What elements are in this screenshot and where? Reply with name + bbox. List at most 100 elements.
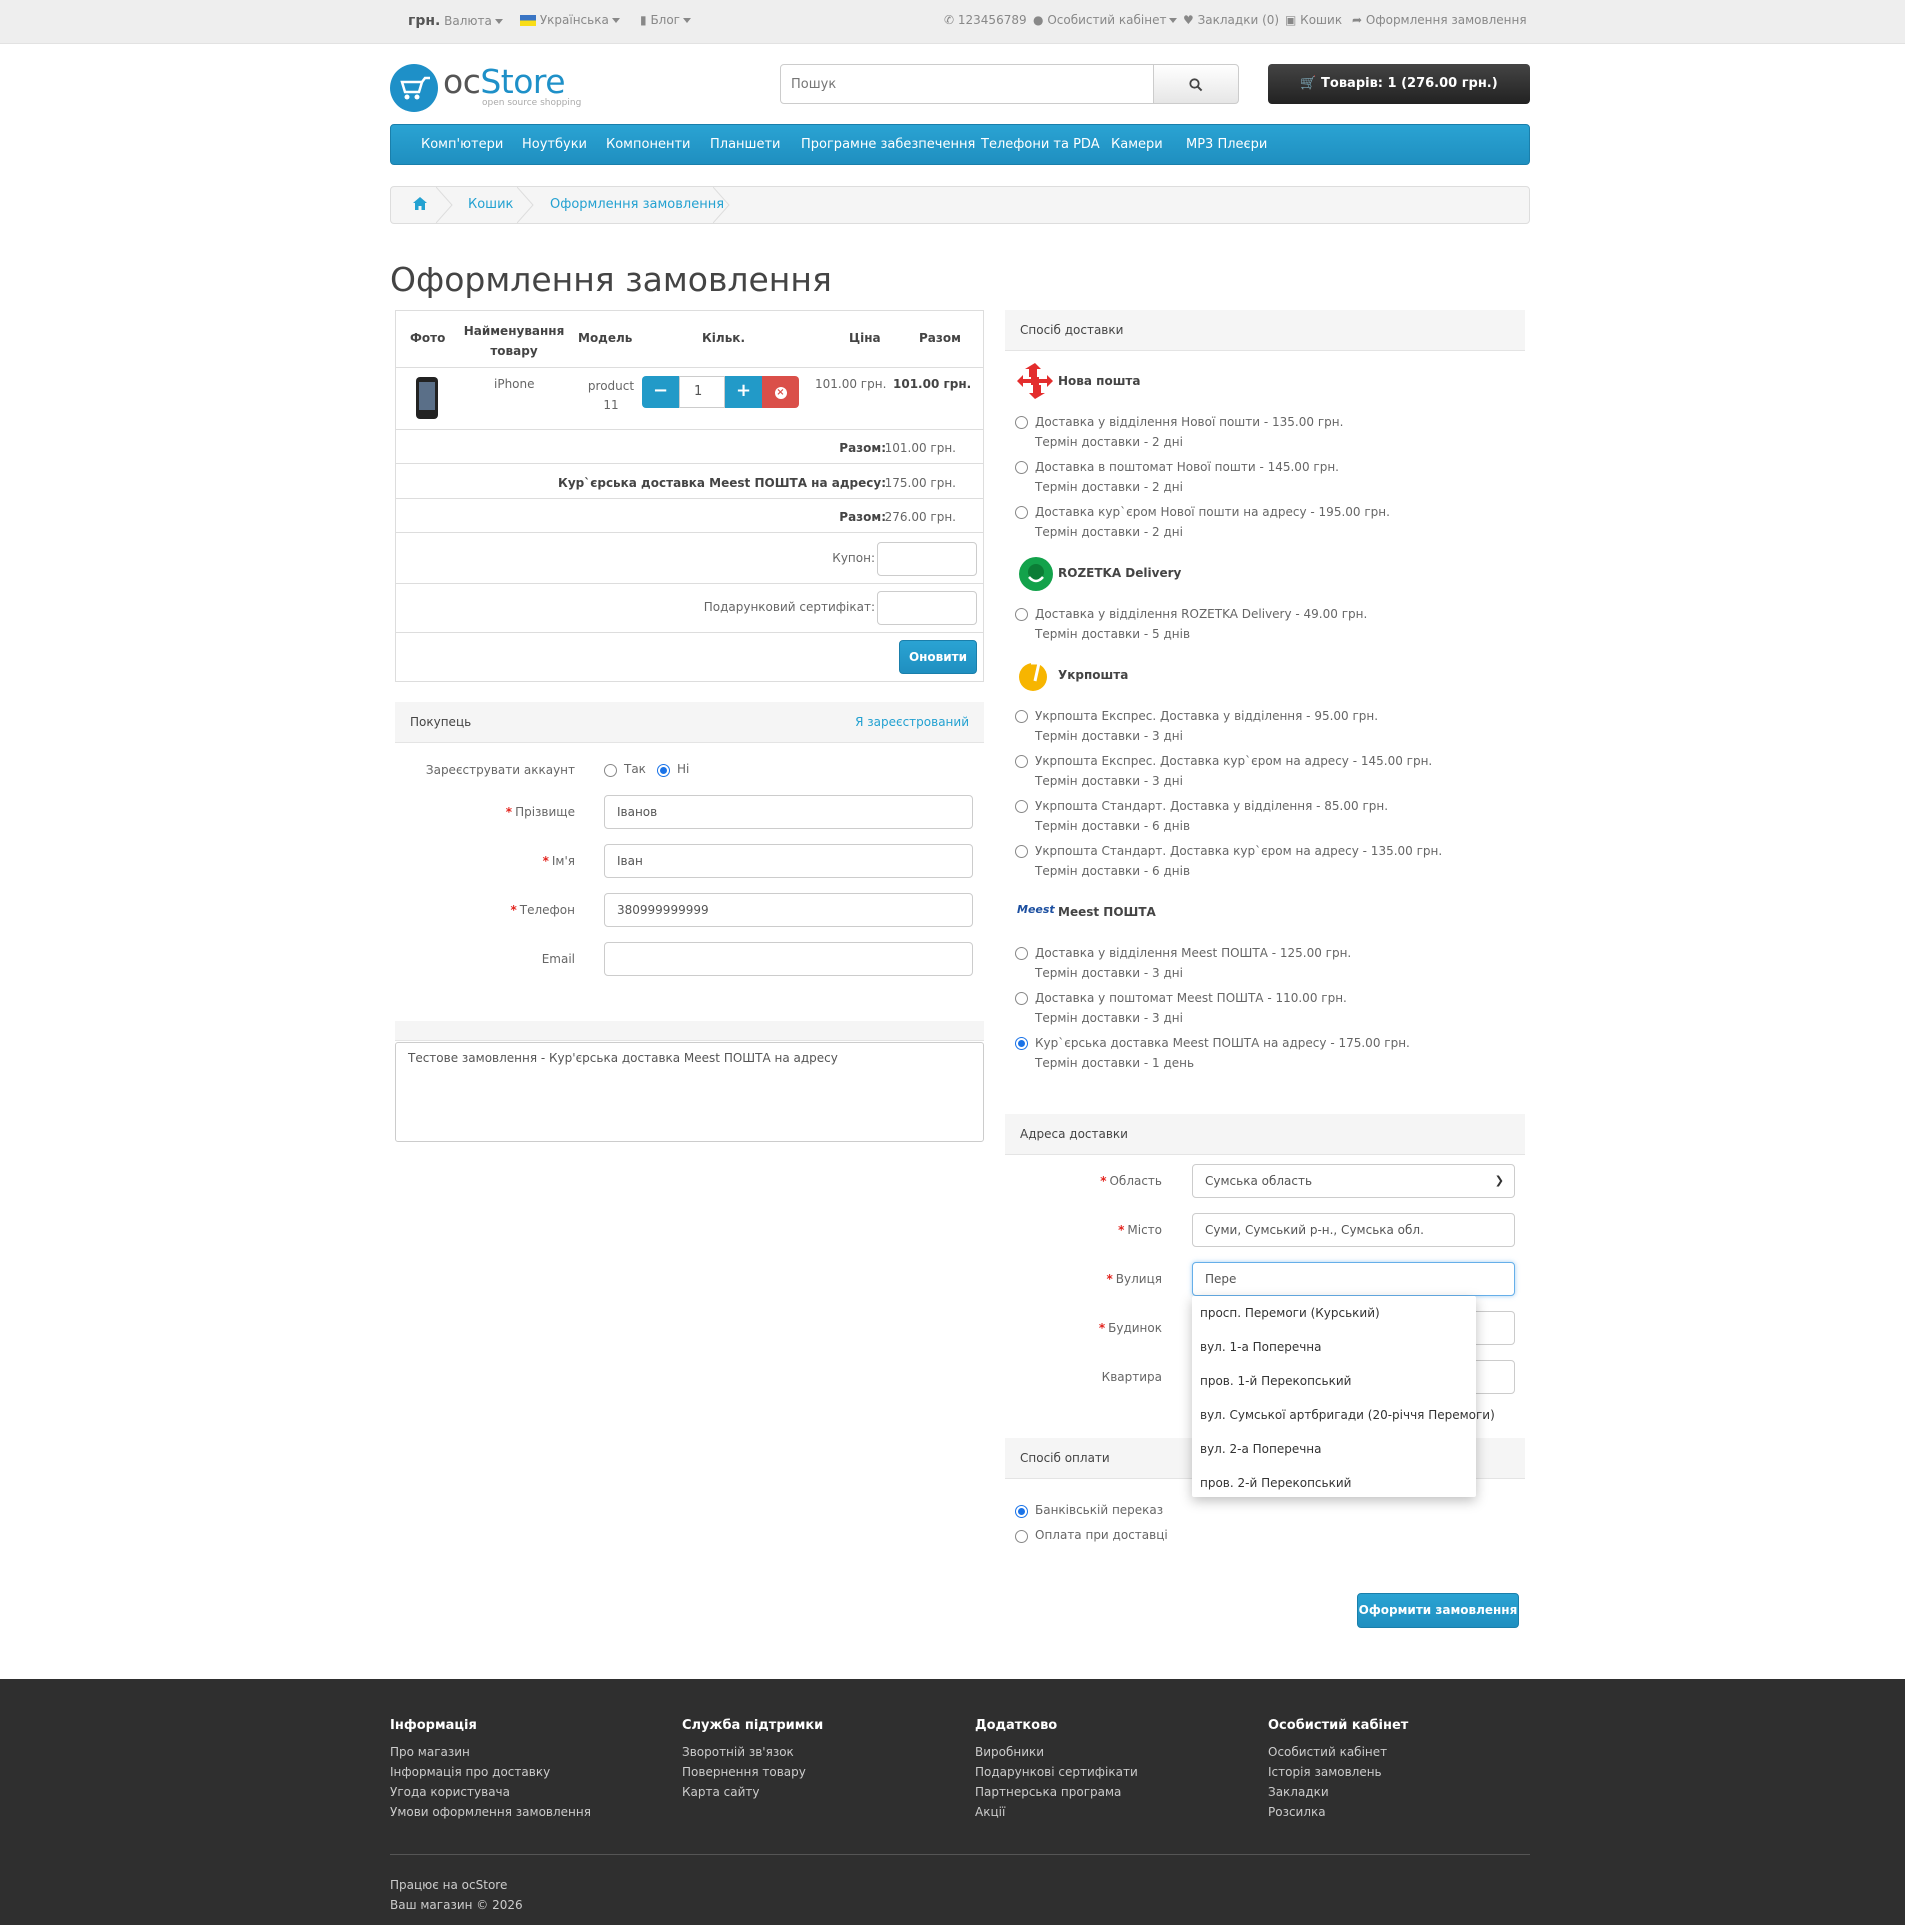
footer-link[interactable]: Особистий кабінет <box>1268 1745 1387 1759</box>
menu-item-components[interactable]: Компоненти <box>606 137 690 152</box>
shipping-option-radio-selected[interactable] <box>1015 1037 1028 1050</box>
blog-dropdown[interactable]: ▮ Блог <box>640 13 691 27</box>
payment-option-radio[interactable] <box>1015 1530 1028 1543</box>
address-panel-title: Адреса доставки <box>1020 1127 1128 1141</box>
footer-link[interactable]: Закладки <box>1268 1785 1329 1799</box>
region-select[interactable]: Сумська область ❯ <box>1192 1164 1515 1198</box>
shipping-label: Кур`єрська доставка Meest ПОШТА на адрес… <box>558 476 886 490</box>
footer-link[interactable]: Повернення товару <box>682 1765 806 1779</box>
search-input[interactable] <box>780 64 1154 104</box>
checkout-link[interactable]: ➦ Оформлення замовлення <box>1352 13 1527 27</box>
shipping-option-radio[interactable] <box>1015 710 1028 723</box>
shipping-option-label: Доставка у відділення ROZETKA Delivery -… <box>1035 607 1368 621</box>
shipping-option-radio[interactable] <box>1015 845 1028 858</box>
phone-input[interactable]: 380999999999 <box>604 893 973 927</box>
qty-decrease-button[interactable]: − <box>642 376 679 408</box>
shipping-option-radio[interactable] <box>1015 461 1028 474</box>
footer-link[interactable]: Розсилка <box>1268 1805 1326 1819</box>
product-name-link[interactable]: iPhone <box>494 377 535 391</box>
col-total: Разом <box>919 331 961 345</box>
shipping-option-label: Доставка у поштомат Meest ПОШТА - 110.00… <box>1035 991 1347 1005</box>
voucher-input[interactable] <box>877 591 977 625</box>
suggestion-item[interactable]: вул. 1-а Поперечна <box>1200 1340 1322 1354</box>
footer-link[interactable]: Виробники <box>975 1745 1044 1759</box>
product-price: 101.00 грн. <box>815 377 887 391</box>
home-icon[interactable] <box>413 197 427 214</box>
search-button[interactable] <box>1153 64 1239 104</box>
footer-link[interactable]: Карта сайту <box>682 1785 760 1799</box>
cart-link[interactable]: ▣ Кошик <box>1285 13 1342 27</box>
shipping-option-radio[interactable] <box>1015 992 1028 1005</box>
footer-link[interactable]: Історія замовлень <box>1268 1765 1382 1779</box>
comment-textarea[interactable]: Тестове замовлення - Кур'єрська доставка… <box>395 1042 984 1142</box>
coupon-input[interactable] <box>877 542 977 576</box>
menu-item-software[interactable]: Програмне забезпечення <box>801 137 975 152</box>
menu-item-phones[interactable]: Телефони та PDA <box>981 137 1100 152</box>
currency-dropdown[interactable]: грн. Валюта <box>408 13 503 29</box>
lastname-input[interactable]: Іванов <box>604 795 973 829</box>
ukraine-flag-icon <box>520 15 536 26</box>
subtotal-label: Разом: <box>839 441 886 455</box>
register-no-radio[interactable] <box>657 764 670 777</box>
cart-button[interactable]: 🛒 Товарів: 1 (276.00 грн.) <box>1268 64 1530 104</box>
shipping-option-radio[interactable] <box>1015 800 1028 813</box>
city-input[interactable]: Суми, Сумський р-н., Сумська обл. <box>1192 1213 1515 1247</box>
footer-divider <box>390 1854 1530 1855</box>
footer-link[interactable]: Про магазин <box>390 1745 470 1759</box>
suggestion-item[interactable]: просп. Перемоги (Курський) <box>1200 1306 1380 1320</box>
shipping-option-radio[interactable] <box>1015 755 1028 768</box>
suggestion-item[interactable]: пров. 2-й Перекопський <box>1200 1476 1351 1490</box>
menu-item-mp3[interactable]: MP3 Плеєри <box>1186 137 1267 152</box>
shipping-value: 175.00 грн. <box>884 476 956 490</box>
comment-panel-header <box>395 1021 984 1041</box>
footer-link[interactable]: Подарункові сертифікати <box>975 1765 1138 1779</box>
logo-icon[interactable] <box>390 64 438 112</box>
caret-down-icon <box>1169 18 1178 23</box>
update-cart-button[interactable]: Оновити <box>899 640 977 674</box>
register-yes-radio[interactable] <box>604 764 617 777</box>
shipping-option-radio[interactable] <box>1015 608 1028 621</box>
menu-item-cameras[interactable]: Камери <box>1111 137 1163 152</box>
shipping-option-term: Термін доставки - 6 днів <box>1035 864 1191 878</box>
footer-link[interactable]: Угода користувача <box>390 1785 510 1799</box>
breadcrumb-checkout[interactable]: Оформлення замовлення <box>550 197 724 212</box>
firstname-input[interactable]: Іван <box>604 844 973 878</box>
phone-link[interactable]: ✆ 123456789 <box>944 13 1027 27</box>
col-photo: Фото <box>410 331 446 345</box>
caret-down-icon <box>683 18 691 23</box>
logo[interactable]: ocStore <box>443 62 566 101</box>
breadcrumb: Кошик Оформлення замовлення <box>390 186 1530 224</box>
street-label: * Вулиця <box>1106 1272 1162 1286</box>
shipping-option-label: Укрпошта Експрес. Доставка кур`єром на а… <box>1035 754 1433 768</box>
login-link[interactable]: Я зареєстрований <box>855 715 969 729</box>
footer-link[interactable]: Акції <box>975 1805 1005 1819</box>
address-panel-header: Адреса доставки <box>1005 1114 1525 1155</box>
qty-increase-button[interactable]: + <box>725 376 762 408</box>
meest-logo-icon: Meest <box>1017 903 1055 916</box>
suggestion-item[interactable]: вул. 2-а Поперечна <box>1200 1442 1322 1456</box>
street-input[interactable]: Пере <box>1192 1262 1515 1296</box>
shipping-option-radio[interactable] <box>1015 947 1028 960</box>
footer-link[interactable]: Умови оформлення замовлення <box>390 1805 591 1819</box>
footer-link[interactable]: Зворотній зв'язок <box>682 1745 794 1759</box>
suggestion-item[interactable]: вул. Сумської артбригади (20-річчя Перем… <box>1200 1408 1495 1422</box>
account-dropdown[interactable]: ● Особистий кабінет <box>1033 13 1178 27</box>
shipping-option-radio[interactable] <box>1015 506 1028 519</box>
wishlist-link[interactable]: ♥ Закладки (0) <box>1183 13 1279 27</box>
footer-link[interactable]: Партнерська програма <box>975 1785 1121 1799</box>
language-dropdown[interactable]: Українська <box>520 13 620 27</box>
menu-item-tablets[interactable]: Планшети <box>710 137 780 152</box>
suggestion-item[interactable]: пров. 1-й Перекопський <box>1200 1374 1351 1388</box>
footer-link[interactable]: Інформація про доставку <box>390 1765 550 1779</box>
payment-option-radio-selected[interactable] <box>1015 1505 1028 1518</box>
product-image[interactable] <box>416 377 438 419</box>
remove-item-button[interactable]: × <box>762 376 799 408</box>
breadcrumb-cart[interactable]: Кошик <box>468 197 513 212</box>
qty-input[interactable]: 1 <box>679 376 725 408</box>
shipping-option-radio[interactable] <box>1015 416 1028 429</box>
email-input[interactable] <box>604 942 973 976</box>
place-order-button[interactable]: Оформити замовлення <box>1357 1593 1519 1628</box>
cart-button-label: Товарів: 1 (276.00 грн.) <box>1321 76 1498 91</box>
menu-item-laptops[interactable]: Ноутбуки <box>522 137 587 152</box>
menu-item-computers[interactable]: Комп'ютери <box>421 137 503 152</box>
